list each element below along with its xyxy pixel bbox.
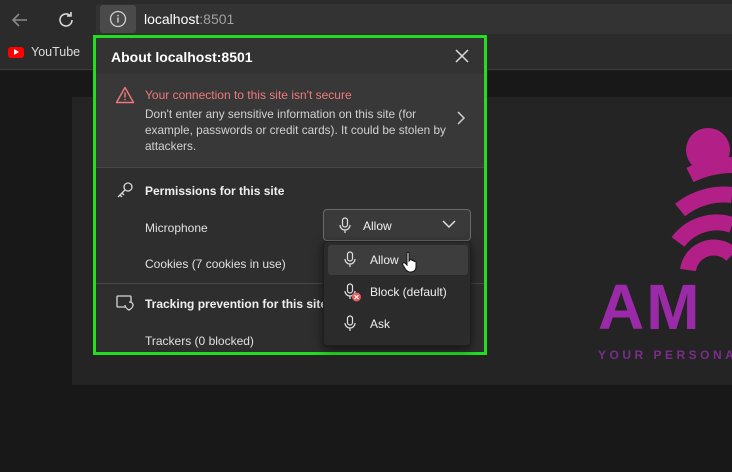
option-label: Ask	[370, 317, 391, 331]
dropdown-option-allow[interactable]: Allow	[328, 245, 468, 275]
back-button[interactable]	[6, 6, 34, 34]
security-description: Don't enter any sensitive information on…	[145, 107, 446, 153]
url-text[interactable]: localhost:8501	[144, 11, 234, 27]
url-port: :8501	[199, 11, 235, 27]
warning-icon	[115, 86, 135, 104]
chevron-down-icon	[442, 220, 456, 229]
tracking-prevention-icon	[116, 295, 134, 311]
microphone-select-value: Allow	[363, 219, 392, 233]
microphone-blocked-icon	[344, 283, 361, 302]
arrow-left-icon	[11, 13, 27, 27]
bookmark-label: YouTube	[31, 45, 81, 59]
youtube-icon	[8, 46, 24, 58]
chevron-right-icon	[457, 111, 466, 125]
hand-cursor-icon	[402, 251, 417, 273]
option-label: Allow	[370, 253, 399, 267]
info-icon	[109, 10, 127, 28]
address-bar[interactable]: localhost:8501	[96, 4, 732, 34]
microphone-label: Microphone	[145, 221, 208, 235]
dropdown-option-block[interactable]: Block (default)	[328, 277, 468, 307]
microphone-icon	[344, 315, 356, 331]
site-info-button[interactable]	[100, 5, 136, 33]
option-label: Block (default)	[370, 285, 447, 299]
cookies-row[interactable]: Cookies (7 cookies in use)	[145, 257, 286, 271]
brand-text: AM	[598, 271, 702, 343]
trackers-row[interactable]: Trackers (0 blocked)	[145, 334, 254, 348]
reload-icon	[59, 12, 73, 27]
browser-toolbar: localhost:8501	[0, 0, 732, 38]
permissions-title: Permissions for this site	[145, 184, 285, 198]
popup-title: About localhost:8501	[111, 49, 253, 65]
brand-tagline: YOUR PERSONA	[598, 348, 732, 362]
microphone-icon	[339, 217, 351, 233]
key-icon	[117, 182, 133, 198]
url-host: localhost	[144, 11, 200, 27]
microphone-permission-dropdown: Allow Block (default) Ask	[323, 241, 471, 346]
tracking-prevention-title: Tracking prevention for this site	[145, 297, 328, 311]
microphone-icon	[344, 251, 356, 267]
reload-button[interactable]	[52, 6, 80, 34]
dropdown-option-ask[interactable]: Ask	[328, 309, 468, 339]
close-icon	[455, 49, 469, 63]
connection-security-row[interactable]: Your connection to this site isn't secur…	[96, 74, 484, 168]
microphone-permission-select[interactable]: Allow	[323, 209, 471, 241]
popup-header: About localhost:8501	[96, 38, 484, 74]
bookmark-youtube[interactable]: YouTube	[8, 45, 80, 59]
close-button[interactable]	[452, 46, 472, 66]
security-title: Your connection to this site isn't secur…	[145, 88, 352, 102]
